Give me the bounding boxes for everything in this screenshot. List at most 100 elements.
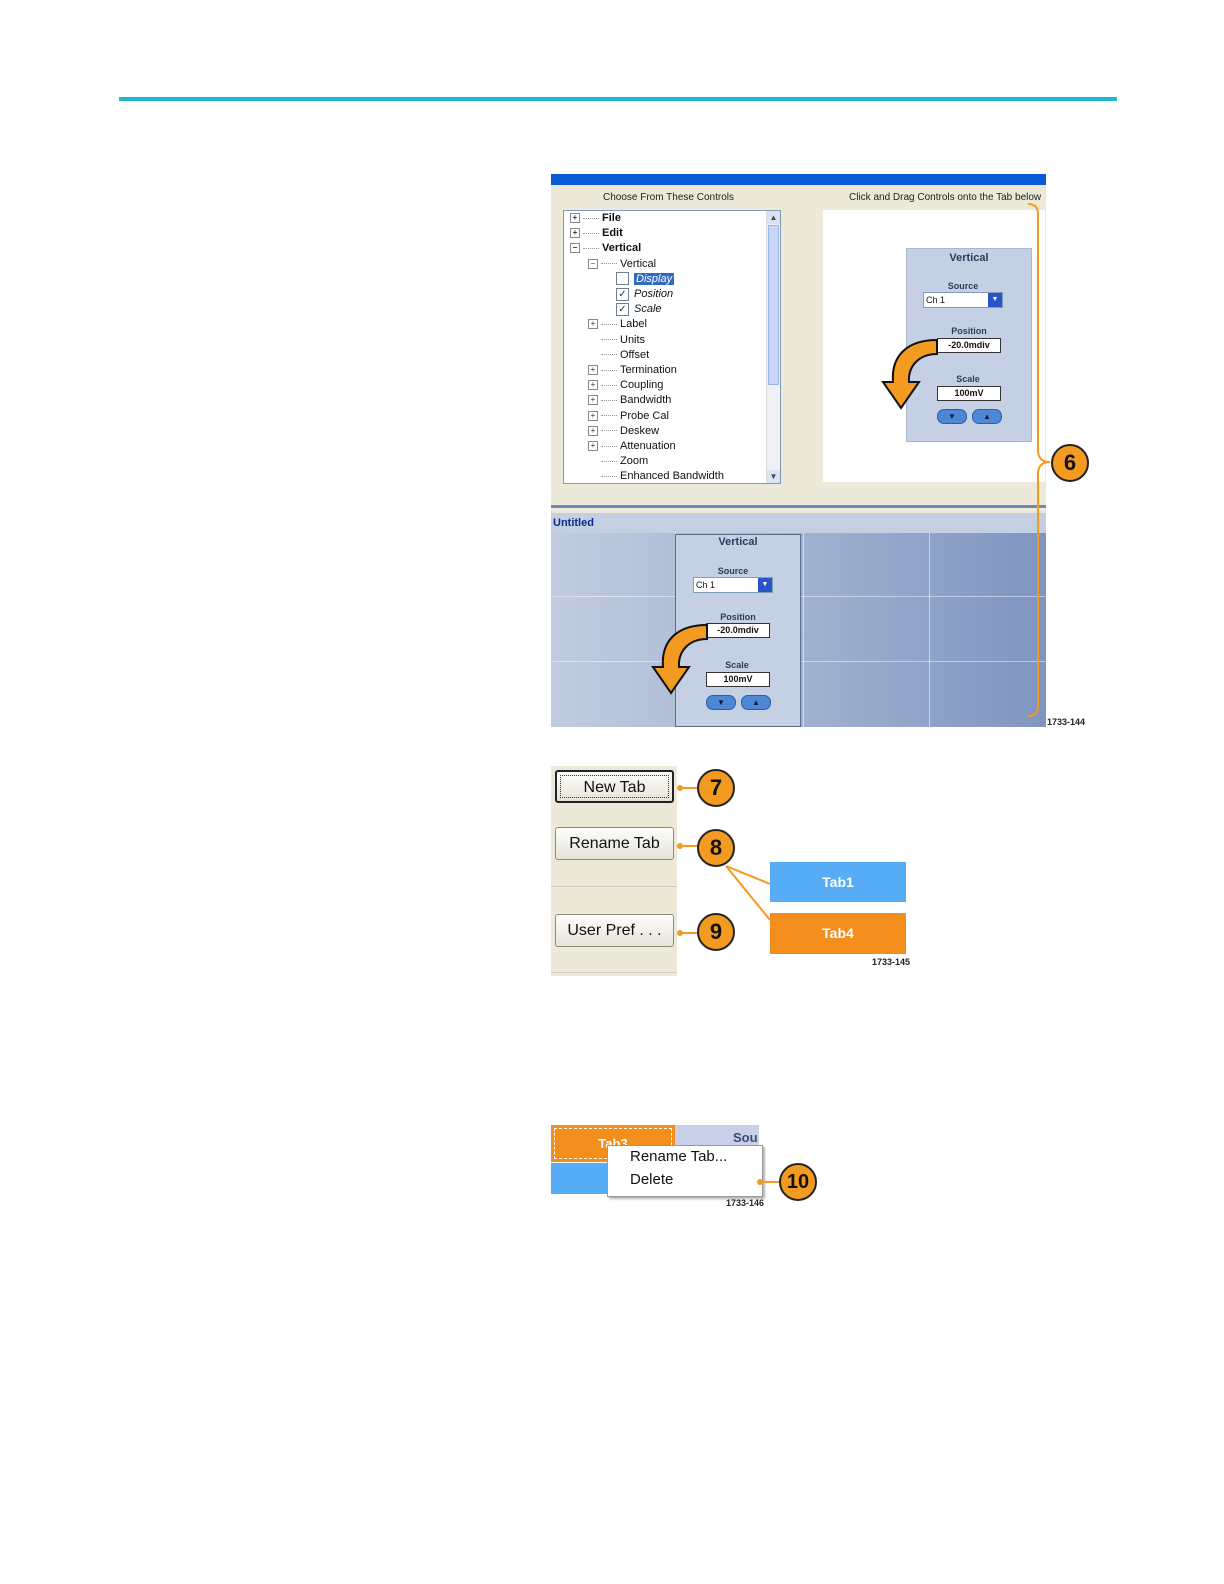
scale-down-button[interactable]: ▼ <box>706 695 736 710</box>
drag-arrow-icon <box>651 623 708 695</box>
tree-item-label: Zoom <box>620 455 649 468</box>
figure-code: 1733-144 <box>1047 717 1086 727</box>
tree-connector <box>601 339 617 341</box>
scroll-thumb[interactable] <box>768 225 779 385</box>
source-dropdown[interactable]: Ch 1 ▼ <box>923 292 1003 308</box>
panel-title: Vertical <box>949 252 989 264</box>
tree-connector <box>601 354 617 356</box>
tree-connector <box>601 445 617 447</box>
collapse-icon[interactable]: − <box>570 243 580 254</box>
expand-icon[interactable]: + <box>588 380 598 391</box>
tree-connector <box>601 384 617 386</box>
controls-tree[interactable]: + File + Edit − Vertical − Vertical Display ✓ Posi… <box>563 210 781 484</box>
callout-10: 10 <box>779 1163 817 1201</box>
tree-connector <box>601 460 617 462</box>
tree-item[interactable]: − Vertical <box>588 257 656 272</box>
tree-item[interactable]: Offset <box>588 348 649 363</box>
user-pref-button[interactable]: User Pref . . . <box>555 914 674 947</box>
tab4-sample: Tab4 <box>770 913 906 954</box>
tree-item[interactable]: + Attenuation <box>588 439 676 454</box>
panel-title: Vertical <box>718 536 758 548</box>
tree-scrollbar[interactable]: ▲ ▼ <box>766 211 780 483</box>
rename-tab-button[interactable]: Rename Tab <box>555 827 674 860</box>
tree-item[interactable]: Units <box>588 333 645 348</box>
tab1-sample: Tab1 <box>770 862 906 902</box>
chevron-down-icon[interactable]: ▼ <box>758 578 772 592</box>
scroll-down-icon[interactable]: ▼ <box>767 470 780 483</box>
tree-item-label: Scale <box>634 303 662 316</box>
menu-item-delete[interactable]: Delete <box>630 1171 673 1188</box>
divider <box>551 972 677 973</box>
tree-item[interactable]: Zoom <box>588 454 648 469</box>
chevron-down-icon[interactable]: ▼ <box>988 293 1002 307</box>
source-label: Source <box>947 281 979 291</box>
tree-connector <box>601 430 617 432</box>
checkbox-checked-icon[interactable]: ✓ <box>616 287 629 301</box>
tree-item-label: Vertical <box>602 242 642 255</box>
expand-icon[interactable]: + <box>588 395 598 406</box>
expand-icon[interactable]: + <box>570 228 580 239</box>
tree-item-label: Bandwidth <box>620 394 672 407</box>
tree-item[interactable]: + Probe Cal <box>588 409 669 424</box>
tree-connector <box>601 323 617 325</box>
tree-connector <box>583 232 599 234</box>
checkbox-icon[interactable] <box>616 272 629 286</box>
tree-item[interactable]: + Edit <box>570 226 623 241</box>
tree-connector <box>583 247 599 249</box>
tree-item[interactable]: + Coupling <box>588 378 663 393</box>
tree-item-label: Probe Cal <box>620 409 669 422</box>
control-chooser-window: Choose From These Controls Click and Dra… <box>551 174 1046 727</box>
tree-item[interactable]: ✓ Position <box>616 287 673 302</box>
tree-item-label: Coupling <box>620 379 664 392</box>
callout-6: 6 <box>1051 444 1089 482</box>
scale-up-button[interactable]: ▲ <box>741 695 771 710</box>
tree-item-label: Deskew <box>620 424 660 437</box>
tree-connector <box>601 415 617 417</box>
user-pref-label: User Pref . . . <box>567 922 662 939</box>
tab-canvas[interactable]: Vertical Source Ch 1 ▼ Position -20.0mdi… <box>551 533 1046 727</box>
tree-item[interactable]: + Deskew <box>588 424 659 439</box>
tree-item[interactable]: − Vertical <box>570 241 641 256</box>
tree-item[interactable]: Enhanced Bandwidth <box>588 469 724 483</box>
new-tab-button[interactable]: New Tab <box>555 770 674 803</box>
checkbox-checked-icon[interactable]: ✓ <box>616 302 629 316</box>
pane-divider <box>551 505 1046 508</box>
left-heading: Choose From These Controls <box>603 192 734 203</box>
figure-code: 1733-146 <box>726 1198 765 1208</box>
scale-up-button[interactable]: ▲ <box>972 409 1002 424</box>
expand-icon[interactable]: + <box>588 319 598 330</box>
expand-icon[interactable]: + <box>588 425 598 436</box>
tab-context-menu: Rename Tab... Delete <box>607 1145 763 1197</box>
tree-connector <box>601 263 617 265</box>
menu-item-rename-tab[interactable]: Rename Tab... <box>630 1148 727 1165</box>
expand-icon[interactable]: + <box>588 410 598 421</box>
tab-header-bar <box>551 513 1046 533</box>
tree-item[interactable]: Display <box>616 272 675 287</box>
tree-connector <box>601 399 617 401</box>
tree-item[interactable]: + Label <box>588 317 647 332</box>
source-dropdown[interactable]: Ch 1 ▼ <box>693 577 773 593</box>
tree-item[interactable]: + Bandwidth <box>588 393 671 408</box>
grid-line <box>803 533 804 727</box>
tree-item-label: Units <box>620 333 646 346</box>
tab-title: Untitled <box>553 517 594 529</box>
callout-7: 7 <box>697 769 735 807</box>
tree-item[interactable]: ✓ Scale <box>616 302 662 317</box>
rename-tab-label: Rename Tab <box>569 835 660 852</box>
tree-item-label: Vertical <box>620 257 657 270</box>
expand-icon[interactable]: + <box>588 441 598 452</box>
header-fragment: Sou <box>733 1130 758 1145</box>
collapse-icon[interactable]: − <box>588 258 598 269</box>
tree-item[interactable]: + File <box>570 211 621 226</box>
source-value: Ch 1 <box>926 295 946 305</box>
tree-item[interactable]: + Termination <box>588 363 677 378</box>
expand-icon[interactable]: + <box>588 365 598 376</box>
divider <box>551 886 677 887</box>
callout-9: 9 <box>697 913 735 951</box>
expand-icon[interactable]: + <box>570 213 580 224</box>
tree-connector <box>601 475 617 477</box>
scroll-up-icon[interactable]: ▲ <box>767 211 780 224</box>
window-titlebar <box>551 174 1046 185</box>
drag-arrow-icon <box>881 338 938 410</box>
grid-line <box>929 533 930 727</box>
